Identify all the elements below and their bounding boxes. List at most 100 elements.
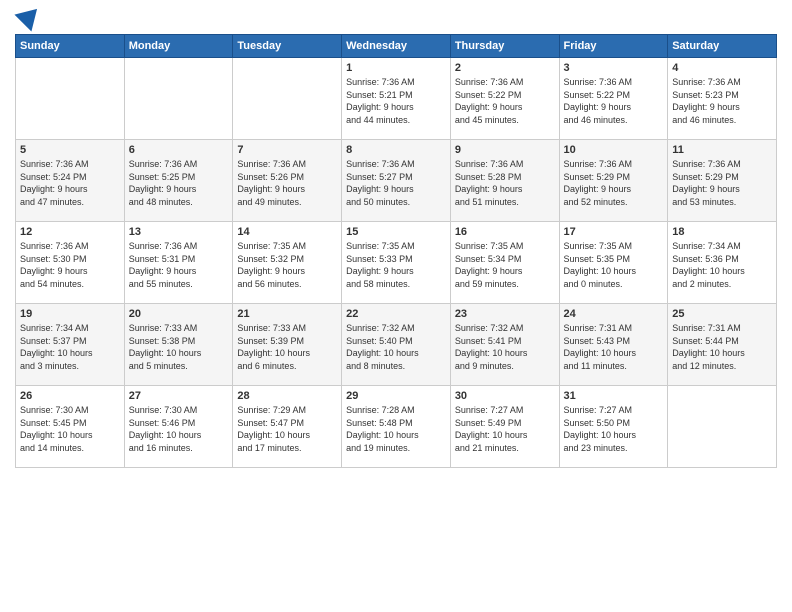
day-number: 27	[129, 390, 229, 402]
weekday-header-tuesday: Tuesday	[233, 35, 342, 58]
cell-text: Sunrise: 7:33 AM Sunset: 5:38 PM Dayligh…	[129, 322, 229, 372]
day-number: 30	[455, 390, 555, 402]
weekday-header-friday: Friday	[559, 35, 668, 58]
cell-text: Sunrise: 7:36 AM Sunset: 5:29 PM Dayligh…	[672, 158, 772, 208]
week-row-3: 12Sunrise: 7:36 AM Sunset: 5:30 PM Dayli…	[16, 222, 777, 304]
calendar-table: SundayMondayTuesdayWednesdayThursdayFrid…	[15, 34, 777, 468]
day-number: 14	[237, 226, 337, 238]
calendar-cell: 22Sunrise: 7:32 AM Sunset: 5:40 PM Dayli…	[342, 304, 451, 386]
calendar-cell	[124, 58, 233, 140]
day-number: 16	[455, 226, 555, 238]
day-number: 18	[672, 226, 772, 238]
calendar-cell: 4 Sunrise: 7:36 AM Sunset: 5:23 PM Daylig…	[668, 58, 777, 140]
page: SundayMondayTuesdayWednesdayThursdayFrid…	[0, 0, 792, 612]
calendar-cell: 20 Sunrise: 7:33 AM Sunset: 5:38 PM Dayli…	[124, 304, 233, 386]
cell-text: Sunrise: 7:35 AM Sunset: 5:33 PM Dayligh…	[346, 240, 446, 290]
weekday-header-wednesday: Wednesday	[342, 35, 451, 58]
day-number: 9	[455, 144, 555, 156]
cell-text: Sunrise: 7:36 AM Sunset: 5:30 PM Dayligh…	[20, 240, 120, 290]
cell-text: Sunrise: 7:32 AM Sunset: 5:41 PM Dayligh…	[455, 322, 555, 372]
weekday-header-saturday: Saturday	[668, 35, 777, 58]
cell-text: Sunrise: 7:36 AM Sunset: 5:21 PM Dayligh…	[346, 76, 446, 126]
cell-text: Sunrise: 7:36 AM Sunset: 5:26 PM Dayligh…	[237, 158, 337, 208]
day-number: 10	[564, 144, 664, 156]
cell-text: Sunrise: 7:36 AM Sunset: 5:22 PM Dayligh…	[455, 76, 555, 126]
calendar-cell: 30 Sunrise: 7:27 AM Sunset: 5:49 PM Dayli…	[450, 386, 559, 468]
calendar-cell: 17 Sunrise: 7:35 AM Sunset: 5:35 PM Dayli…	[559, 222, 668, 304]
week-row-2: 5 Sunrise: 7:36 AM Sunset: 5:24 PM Daylig…	[16, 140, 777, 222]
cell-text: Sunrise: 7:29 AM Sunset: 5:47 PM Dayligh…	[237, 404, 337, 454]
weekday-header-thursday: Thursday	[450, 35, 559, 58]
day-number: 1	[346, 62, 446, 74]
day-number: 3	[564, 62, 664, 74]
cell-text: Sunrise: 7:36 AM Sunset: 5:29 PM Dayligh…	[564, 158, 664, 208]
day-number: 5	[20, 144, 120, 156]
cell-text: Sunrise: 7:32 AM Sunset: 5:40 PM Dayligh…	[346, 322, 446, 372]
calendar-cell: 23 Sunrise: 7:32 AM Sunset: 5:41 PM Dayli…	[450, 304, 559, 386]
cell-text: Sunrise: 7:31 AM Sunset: 5:44 PM Dayligh…	[672, 322, 772, 372]
week-row-4: 19 Sunrise: 7:34 AM Sunset: 5:37 PM Dayli…	[16, 304, 777, 386]
cell-text: Sunrise: 7:33 AM Sunset: 5:39 PM Dayligh…	[237, 322, 337, 372]
calendar-cell: 6 Sunrise: 7:36 AM Sunset: 5:25 PM Daylig…	[124, 140, 233, 222]
cell-text: Sunrise: 7:34 AM Sunset: 5:36 PM Dayligh…	[672, 240, 772, 290]
calendar-cell: 7 Sunrise: 7:36 AM Sunset: 5:26 PM Daylig…	[233, 140, 342, 222]
day-number: 11	[672, 144, 772, 156]
logo-arrow-icon	[14, 0, 45, 31]
day-number: 19	[20, 308, 120, 320]
calendar-cell: 8 Sunrise: 7:36 AM Sunset: 5:27 PM Daylig…	[342, 140, 451, 222]
day-number: 2	[455, 62, 555, 74]
calendar-cell: 2 Sunrise: 7:36 AM Sunset: 5:22 PM Daylig…	[450, 58, 559, 140]
day-number: 20	[129, 308, 229, 320]
cell-text: Sunrise: 7:27 AM Sunset: 5:49 PM Dayligh…	[455, 404, 555, 454]
week-row-5: 26 Sunrise: 7:30 AM Sunset: 5:45 PM Dayli…	[16, 386, 777, 468]
day-number: 28	[237, 390, 337, 402]
cell-text: Sunrise: 7:30 AM Sunset: 5:45 PM Dayligh…	[20, 404, 120, 454]
calendar-cell	[668, 386, 777, 468]
day-number: 24	[564, 308, 664, 320]
cell-text: Sunrise: 7:36 AM Sunset: 5:24 PM Dayligh…	[20, 158, 120, 208]
cell-text: Sunrise: 7:31 AM Sunset: 5:43 PM Dayligh…	[564, 322, 664, 372]
calendar-cell: 5 Sunrise: 7:36 AM Sunset: 5:24 PM Daylig…	[16, 140, 125, 222]
calendar-cell: 24 Sunrise: 7:31 AM Sunset: 5:43 PM Dayli…	[559, 304, 668, 386]
cell-text: Sunrise: 7:35 AM Sunset: 5:32 PM Dayligh…	[237, 240, 337, 290]
day-number: 6	[129, 144, 229, 156]
day-number: 26	[20, 390, 120, 402]
calendar-cell: 26 Sunrise: 7:30 AM Sunset: 5:45 PM Dayli…	[16, 386, 125, 468]
calendar-cell: 29Sunrise: 7:28 AM Sunset: 5:48 PM Dayli…	[342, 386, 451, 468]
cell-text: Sunrise: 7:36 AM Sunset: 5:25 PM Dayligh…	[129, 158, 229, 208]
calendar-cell: 31 Sunrise: 7:27 AM Sunset: 5:50 PM Dayli…	[559, 386, 668, 468]
day-number: 17	[564, 226, 664, 238]
day-number: 8	[346, 144, 446, 156]
day-number: 23	[455, 308, 555, 320]
cell-text: Sunrise: 7:35 AM Sunset: 5:34 PM Dayligh…	[455, 240, 555, 290]
day-number: 15	[346, 226, 446, 238]
calendar-cell: 3Sunrise: 7:36 AM Sunset: 5:22 PM Daylig…	[559, 58, 668, 140]
day-number: 7	[237, 144, 337, 156]
calendar-cell: 27 Sunrise: 7:30 AM Sunset: 5:46 PM Dayli…	[124, 386, 233, 468]
cell-text: Sunrise: 7:36 AM Sunset: 5:23 PM Dayligh…	[672, 76, 772, 126]
cell-text: Sunrise: 7:36 AM Sunset: 5:28 PM Dayligh…	[455, 158, 555, 208]
weekday-header-sunday: Sunday	[16, 35, 125, 58]
calendar-cell: 16 Sunrise: 7:35 AM Sunset: 5:34 PM Dayli…	[450, 222, 559, 304]
day-number: 31	[564, 390, 664, 402]
day-number: 21	[237, 308, 337, 320]
calendar-cell: 19 Sunrise: 7:34 AM Sunset: 5:37 PM Dayli…	[16, 304, 125, 386]
cell-text: Sunrise: 7:28 AM Sunset: 5:48 PM Dayligh…	[346, 404, 446, 454]
cell-text: Sunrise: 7:36 AM Sunset: 5:27 PM Dayligh…	[346, 158, 446, 208]
calendar-cell: 14 Sunrise: 7:35 AM Sunset: 5:32 PM Dayli…	[233, 222, 342, 304]
cell-text: Sunrise: 7:30 AM Sunset: 5:46 PM Dayligh…	[129, 404, 229, 454]
day-number: 13	[129, 226, 229, 238]
calendar-cell: 28 Sunrise: 7:29 AM Sunset: 5:47 PM Dayli…	[233, 386, 342, 468]
day-number: 4	[672, 62, 772, 74]
calendar-cell	[233, 58, 342, 140]
cell-text: Sunrise: 7:35 AM Sunset: 5:35 PM Dayligh…	[564, 240, 664, 290]
calendar-cell: 25Sunrise: 7:31 AM Sunset: 5:44 PM Dayli…	[668, 304, 777, 386]
calendar-cell: 12Sunrise: 7:36 AM Sunset: 5:30 PM Dayli…	[16, 222, 125, 304]
calendar-cell: 13Sunrise: 7:36 AM Sunset: 5:31 PM Dayli…	[124, 222, 233, 304]
calendar-cell	[16, 58, 125, 140]
week-row-1: 1 Sunrise: 7:36 AM Sunset: 5:21 PM Daylig…	[16, 58, 777, 140]
weekday-header-monday: Monday	[124, 35, 233, 58]
cell-text: Sunrise: 7:34 AM Sunset: 5:37 PM Dayligh…	[20, 322, 120, 372]
calendar-cell: 10 Sunrise: 7:36 AM Sunset: 5:29 PM Dayli…	[559, 140, 668, 222]
cell-text: Sunrise: 7:27 AM Sunset: 5:50 PM Dayligh…	[564, 404, 664, 454]
